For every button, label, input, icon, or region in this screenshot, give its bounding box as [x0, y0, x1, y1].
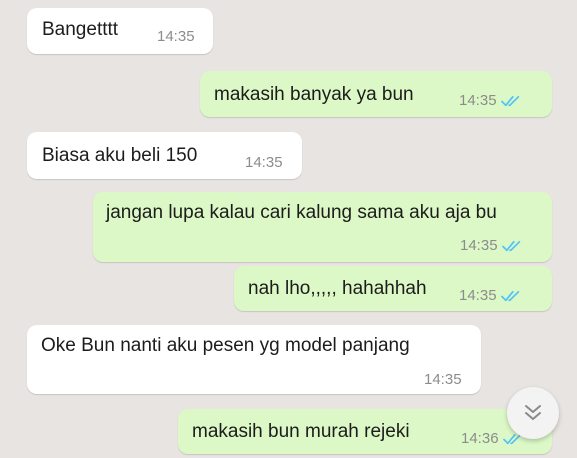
message-text: Oke Bun nanti aku pesen yg model panjang [41, 335, 410, 356]
message-text: Biasa aku beli 150 [42, 145, 198, 166]
message-text: makasih bun murah rejeki [192, 421, 410, 442]
incoming-message[interactable]: Bangetttt 14:35 [27, 8, 213, 54]
message-text: jangan lupa kalau cari kalung sama aku a… [106, 202, 497, 223]
message-time: 14:35 [459, 92, 497, 109]
outgoing-message[interactable]: makasih bun murah rejeki 14:36 [178, 409, 552, 454]
message-text: makasih banyak ya bun [214, 84, 414, 105]
double-check-icon [500, 95, 519, 107]
message-time: 14:35 [245, 154, 283, 171]
message-meta: 14:35 [459, 284, 523, 308]
outgoing-message[interactable]: nah lho,,,,, hahahhah 14:35 [234, 266, 552, 311]
scroll-to-bottom-button[interactable] [507, 387, 559, 439]
message-time: 14:35 [157, 28, 195, 45]
message-meta: 14:35 [459, 89, 523, 113]
message-time: 14:35 [460, 237, 498, 254]
double-check-icon [501, 240, 520, 252]
double-check-icon [500, 290, 519, 302]
message-time: 14:36 [461, 430, 499, 447]
message-time: 14:35 [459, 287, 497, 304]
message-meta: 14:35 [460, 234, 524, 258]
message-text: nah lho,,,,, hahahhah [248, 278, 427, 299]
double-chevron-down-icon [525, 405, 541, 420]
chat-thread: Bangetttt 14:35 makasih banyak ya bun 14… [0, 0, 577, 458]
outgoing-message[interactable]: makasih banyak ya bun 14:35 [200, 71, 552, 117]
incoming-message[interactable]: Oke Bun nanti aku pesen yg model panjang… [27, 325, 481, 394]
incoming-message[interactable]: Biasa aku beli 150 14:35 [27, 132, 302, 179]
message-time: 14:35 [424, 371, 462, 388]
message-text: Bangetttt [42, 19, 119, 40]
outgoing-message[interactable]: jangan lupa kalau cari kalung sama aku a… [93, 192, 552, 262]
